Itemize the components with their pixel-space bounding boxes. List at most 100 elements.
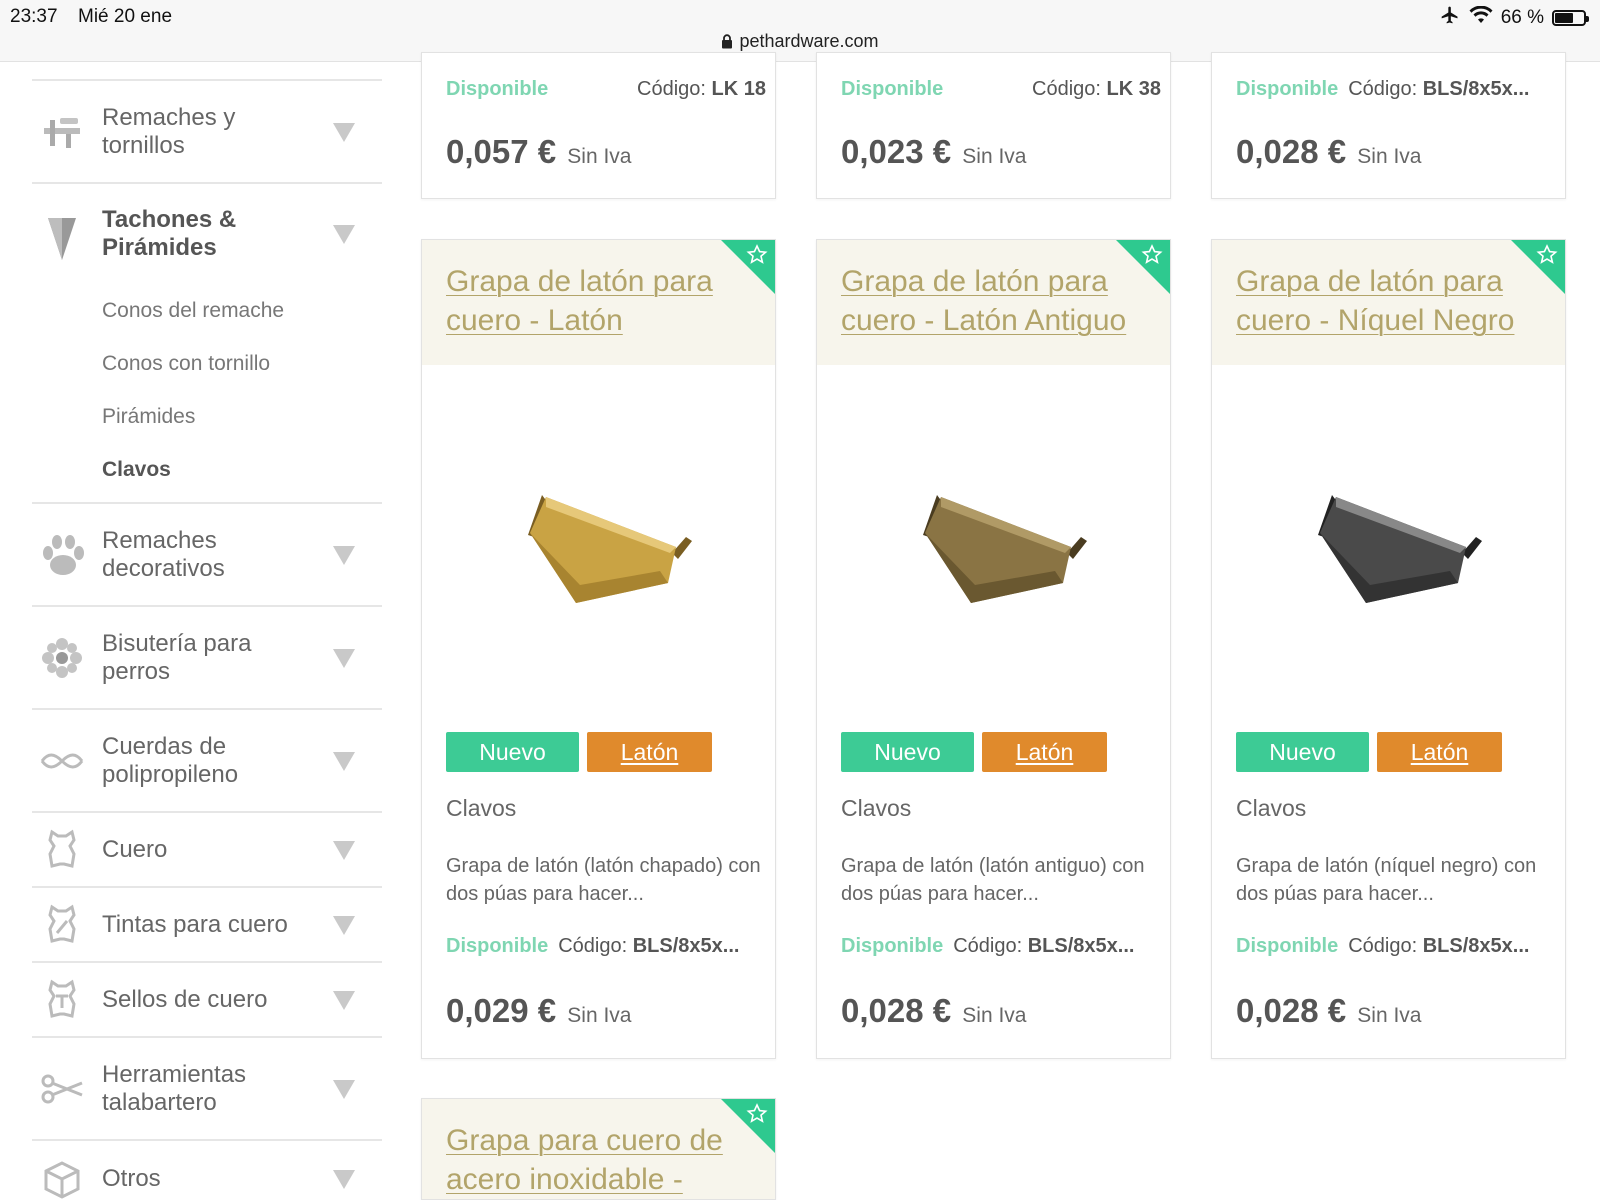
new-badge: Nuevo <box>1236 732 1369 772</box>
category-sidebar: Remaches y tornillos Tachones & Pirámide… <box>32 62 382 1200</box>
availability-label: Disponible <box>841 935 944 957</box>
sidebar-item-remaches-tornillos[interactable]: Remaches y tornillos <box>32 81 382 184</box>
product-image[interactable] <box>817 365 1170 725</box>
material-tag-link[interactable]: Latón <box>1377 732 1502 772</box>
hide-icon <box>40 828 84 872</box>
availability-row: Disponible Código: BLS/8x5x... <box>1236 935 1556 958</box>
tag-group: Nuevo Latón <box>446 732 712 772</box>
paw-icon <box>40 533 84 577</box>
sidebar-item-label: Remaches decorativos <box>102 526 225 582</box>
availability-row: Disponible Código: BLS/8x5x... <box>841 935 1161 958</box>
product-card[interactable]: Grapa de latón para cuero - Latón Antigu… <box>816 239 1171 1059</box>
url-text[interactable]: pethardware.com <box>739 31 878 51</box>
material-tag-link[interactable]: Latón <box>982 732 1107 772</box>
product-price: 0,023 € Sin Iva <box>841 133 1027 170</box>
status-date: Mié 20 ene <box>78 6 173 27</box>
product-code: Código: BLS/8x5x... <box>953 935 1135 957</box>
chevron-down-icon[interactable] <box>332 839 356 861</box>
scissors-icon <box>40 1067 84 1111</box>
product-card-header: Grapa de latón para cuero - Latón Antigu… <box>817 240 1170 365</box>
product-card[interactable]: Grapa de latón para cuero - Latón Nuevo … <box>421 239 776 1059</box>
product-description: Grapa de latón (níquel negro) con dos pú… <box>1236 855 1537 905</box>
sidebar-item-tachones-piramides[interactable]: Tachones & Pirámides <box>32 184 382 284</box>
product-code: Código: LK 18 <box>637 78 766 100</box>
availability-label: Disponible <box>1236 935 1339 957</box>
leather-stamp-icon <box>40 978 84 1022</box>
sidebar-group-tachones: Tachones & Pirámides Conos del remache C… <box>32 184 382 504</box>
product-title-link[interactable]: Grapa de latón para cuero - Latón <box>446 262 746 340</box>
sidebar-item-remaches-decorativos[interactable]: Remaches decorativos <box>32 504 382 607</box>
favorite-star-icon[interactable] <box>1511 240 1565 294</box>
subcategory-conos-tornillo[interactable]: Conos con tornillo <box>102 337 382 390</box>
sidebar-item-label: Tintas para cuero <box>102 910 288 938</box>
sidebar-item-cuerdas[interactable]: Cuerdas de polipropileno <box>32 710 382 813</box>
new-badge: Nuevo <box>446 732 579 772</box>
product-card[interactable]: Disponible Código: LK 38 0,023 € Sin Iva <box>816 52 1171 199</box>
new-badge: Nuevo <box>841 732 974 772</box>
sidebar-item-label: Otros <box>102 1164 161 1192</box>
product-card[interactable]: Grapa de latón para cuero - Níquel Negro… <box>1211 239 1566 1059</box>
chevron-down-icon[interactable] <box>332 1078 356 1100</box>
product-card-header: Grapa para cuero de acero inoxidable - <box>422 1099 775 1199</box>
sidebar-item-herramientas[interactable]: Herramientas talabartero <box>32 1038 382 1141</box>
availability-label: Disponible <box>1236 78 1339 100</box>
favorite-star-icon[interactable] <box>1116 240 1170 294</box>
product-code: Código: BLS/8x5x... <box>1348 78 1530 100</box>
sidebar-item-label: Cuero <box>102 835 168 863</box>
chevron-down-icon[interactable] <box>332 914 356 936</box>
sidebar-item-cuero[interactable]: Cuero <box>32 813 382 888</box>
availability-label: Disponible <box>446 78 549 100</box>
airplane-icon <box>1439 5 1461 31</box>
availability-row: Disponible Código: BLS/8x5x... <box>446 935 766 958</box>
product-price: 0,028 € Sin Iva <box>841 992 1027 1029</box>
product-price: 0,028 € Sin Iva <box>1236 992 1422 1029</box>
subcategory-clavos[interactable]: Clavos <box>102 443 382 496</box>
sidebar-item-label: Cuerdas de polipropileno <box>102 732 239 788</box>
status-indicators: 66 % <box>1439 5 1589 31</box>
rope-icon <box>40 739 84 783</box>
product-description: Grapa de latón (latón chapado) con dos p… <box>446 855 761 905</box>
sidebar-item-tintas[interactable]: Tintas para cuero <box>32 888 382 963</box>
availability-row: Disponible Código: LK 18 <box>446 78 766 101</box>
subcategory-piramides[interactable]: Pirámides <box>102 390 382 443</box>
chevron-down-icon[interactable] <box>332 1168 356 1190</box>
product-description: Grapa de latón (latón antiguo) con dos p… <box>841 855 1145 905</box>
material-tag-link[interactable]: Latón <box>587 732 712 772</box>
box-icon <box>40 1157 84 1200</box>
subcategory-list: Conos del remache Conos con tornillo Pir… <box>32 284 382 496</box>
chevron-down-icon[interactable] <box>332 223 356 245</box>
lock-icon <box>721 31 739 51</box>
sidebar-item-bisuteria[interactable]: Bisutería para perros <box>32 607 382 710</box>
subcategory-conos-remache[interactable]: Conos del remache <box>102 284 382 337</box>
product-title-link[interactable]: Grapa para cuero de acero inoxidable - <box>446 1121 746 1199</box>
flower-icon <box>40 636 84 680</box>
product-category: Clavos <box>446 795 517 821</box>
favorite-star-icon[interactable] <box>721 240 775 294</box>
availability-label: Disponible <box>841 78 944 100</box>
sidebar-item-label: Tachones & Pirámides <box>102 206 237 261</box>
product-card[interactable]: Disponible Código: BLS/8x5x... 0,028 € S… <box>1211 52 1566 199</box>
product-image[interactable] <box>1212 365 1565 725</box>
product-title-link[interactable]: Grapa de latón para cuero - Latón Antigu… <box>841 262 1141 340</box>
chevron-down-icon[interactable] <box>332 647 356 669</box>
product-card[interactable]: Grapa para cuero de acero inoxidable - <box>421 1098 776 1200</box>
product-title-link[interactable]: Grapa de latón para cuero - Níquel Negro <box>1236 262 1536 340</box>
availability-row: Disponible Código: BLS/8x5x... <box>1236 78 1556 101</box>
product-image[interactable] <box>422 365 775 725</box>
chevron-down-icon[interactable] <box>332 989 356 1011</box>
product-card-header: Grapa de latón para cuero - Latón <box>422 240 775 365</box>
chevron-down-icon[interactable] <box>332 544 356 566</box>
sidebar-item-label: Bisutería para perros <box>102 629 252 685</box>
favorite-star-icon[interactable] <box>721 1099 775 1153</box>
chevron-down-icon[interactable] <box>332 750 356 772</box>
sidebar-item-otros[interactable]: Otros <box>32 1141 382 1200</box>
leather-dye-icon <box>40 903 84 947</box>
rivet-tools-icon <box>40 110 84 154</box>
sidebar-item-sellos[interactable]: Sellos de cuero <box>32 963 382 1038</box>
product-card[interactable]: Disponible Código: LK 18 0,057 € Sin Iva <box>421 52 776 199</box>
product-card-header: Grapa de latón para cuero - Níquel Negro <box>1212 240 1565 365</box>
sidebar-item-label: Herramientas talabartero <box>102 1060 247 1116</box>
availability-label: Disponible <box>446 935 549 957</box>
address-bar[interactable]: pethardware.com <box>0 31 1600 52</box>
chevron-down-icon[interactable] <box>332 121 356 143</box>
